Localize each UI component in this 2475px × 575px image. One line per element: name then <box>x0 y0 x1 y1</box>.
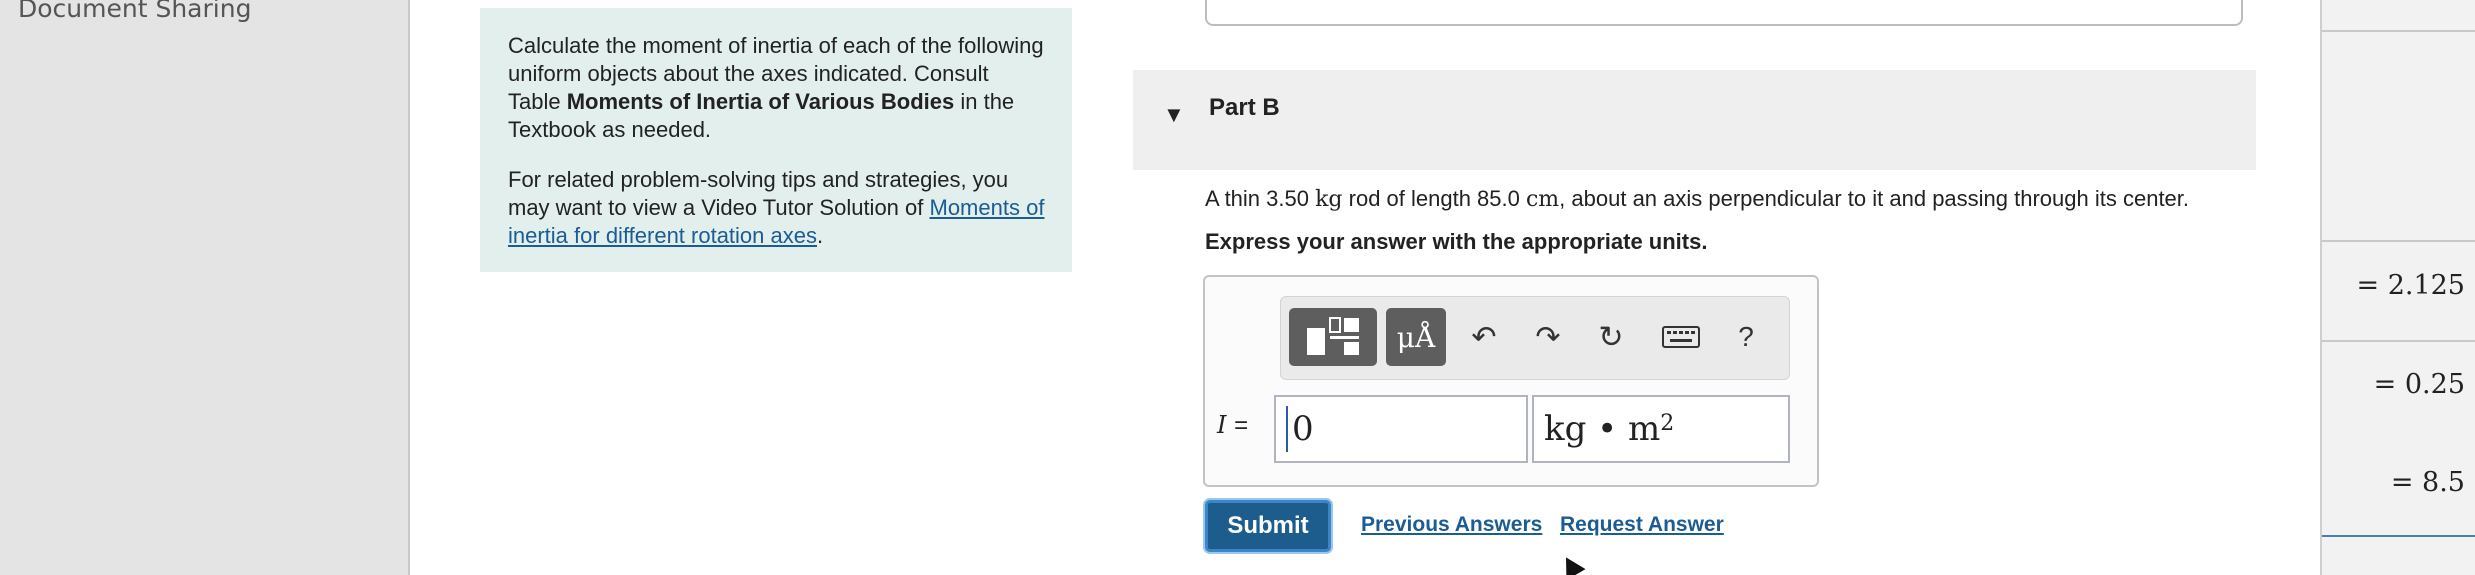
templates-button[interactable] <box>1289 308 1377 366</box>
mass-unit: kg <box>1315 187 1343 212</box>
templates-icon <box>1307 317 1359 355</box>
reset-icon: ↻ <box>1598 320 1624 354</box>
collapse-caret-icon[interactable]: ▼ <box>1163 102 1185 128</box>
side-value-2: = 0.25 <box>2373 369 2465 400</box>
answer-area: μÅ ↶ ↷ ↻ ? I = 0 kg • m2 <box>1203 275 1819 487</box>
units-button[interactable]: μÅ <box>1386 308 1446 366</box>
length-unit: cm <box>1525 187 1560 212</box>
submit-button[interactable]: Submit <box>1205 500 1331 552</box>
answer-value: 0 <box>1292 409 1314 449</box>
keyboard-button[interactable] <box>1653 308 1709 366</box>
question-text: A thin 3.50 kg rod of length 85.0 cm, ab… <box>1205 186 2190 212</box>
intro-paragraph-2: For related problem-solving tips and str… <box>508 167 1045 248</box>
intro-paragraph-1: Calculate the moment of inertia of each … <box>508 33 1044 142</box>
table-reference: Moments of Inertia of Various Bodies <box>566 89 955 114</box>
keyboard-icon <box>1662 326 1700 348</box>
side-value-3: = 8.5 <box>2390 467 2465 498</box>
side-value-1: = 2.125 <box>2356 270 2465 301</box>
undo-button[interactable]: ↶ <box>1459 308 1509 366</box>
unit-exponent: 2 <box>1660 410 1675 436</box>
math-toolbar: μÅ ↶ ↷ ↻ ? <box>1280 296 1790 380</box>
problem-intro: Calculate the moment of inertia of each … <box>480 8 1072 272</box>
answer-unit-input[interactable]: kg • m2 <box>1532 395 1790 463</box>
answer-value-input[interactable]: 0 <box>1274 395 1528 463</box>
undo-icon: ↶ <box>1471 320 1497 354</box>
help-button[interactable]: ? <box>1721 308 1771 366</box>
left-sidebar: Document Sharing <box>0 0 408 575</box>
answer-instruction: Express your answer with the appropriate… <box>1205 229 1708 254</box>
main-content: Calculate the moment of inertia of each … <box>410 0 2322 575</box>
previous-answers-link[interactable]: Previous Answers <box>1361 513 1542 537</box>
request-answer-link[interactable]: Request Answer <box>1560 513 1724 537</box>
unit-base: kg • m <box>1544 409 1661 449</box>
reset-button[interactable]: ↻ <box>1586 308 1636 366</box>
answer-variable-label: I = <box>1217 411 1249 439</box>
text-cursor <box>1286 406 1288 452</box>
document-sharing-label[interactable]: Document Sharing <box>18 0 251 23</box>
right-side-panel: = 2.125 = 0.25 = 8.5 <box>2322 0 2475 575</box>
previous-part-frame <box>1205 0 2243 26</box>
part-b-header[interactable]: ▼ Part B <box>1133 70 2256 170</box>
redo-icon: ↷ <box>1535 320 1561 354</box>
part-title: Part B <box>1209 94 1280 121</box>
redo-button[interactable]: ↷ <box>1523 308 1573 366</box>
